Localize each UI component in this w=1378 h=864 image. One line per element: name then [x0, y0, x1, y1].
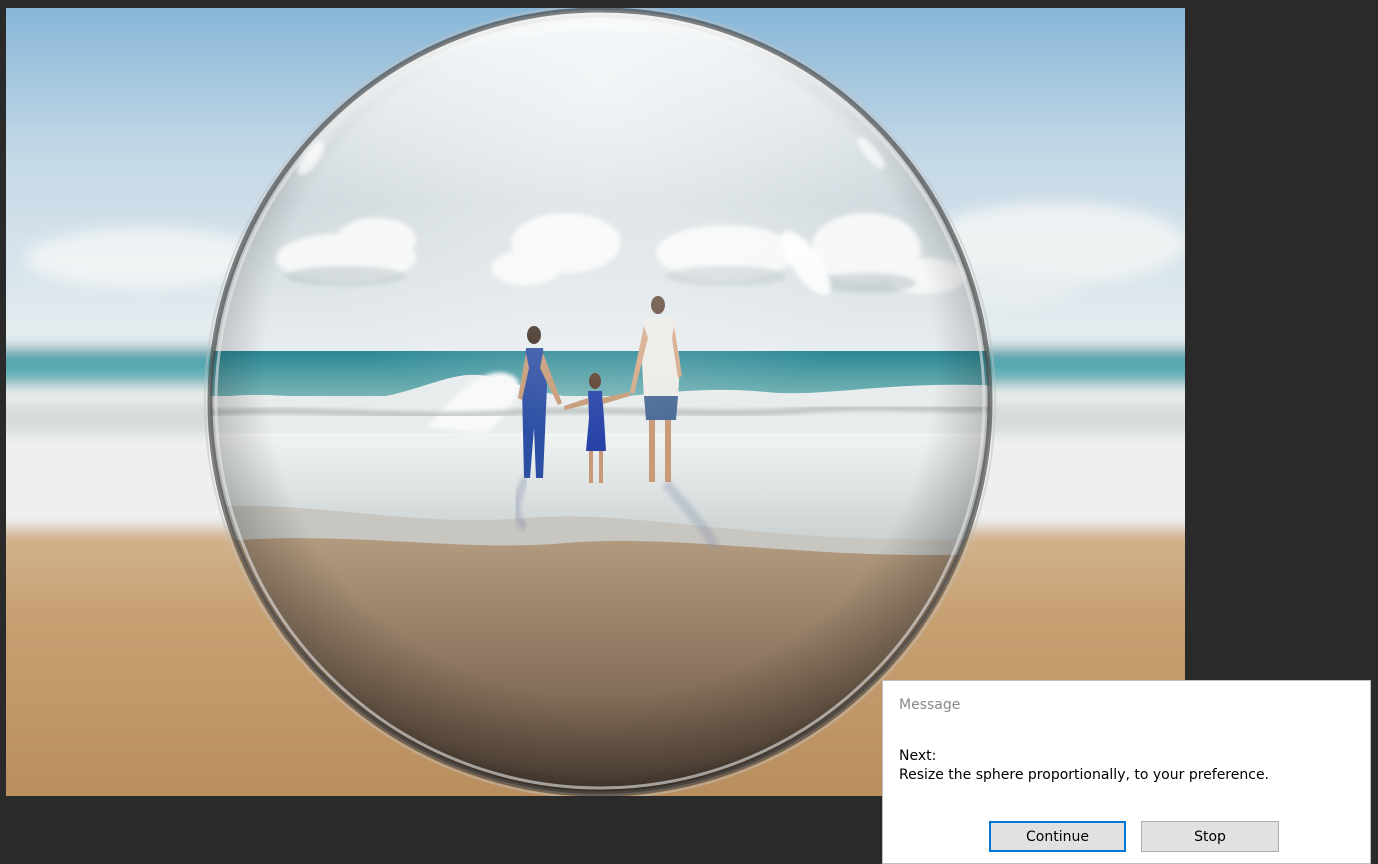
message-dialog: Message Next: Resize the sphere proporti… [882, 680, 1371, 864]
canvas-image[interactable] [6, 8, 1185, 796]
dialog-heading: Next: [899, 748, 937, 764]
continue-button[interactable]: Continue [989, 821, 1126, 852]
stop-button[interactable]: Stop [1141, 821, 1279, 852]
workspace-background: Message Next: Resize the sphere proporti… [0, 0, 1378, 864]
dialog-message: Resize the sphere proportionally, to you… [899, 767, 1270, 783]
beach-sphere-artwork [6, 8, 1185, 796]
dialog-title: Message [899, 697, 961, 713]
